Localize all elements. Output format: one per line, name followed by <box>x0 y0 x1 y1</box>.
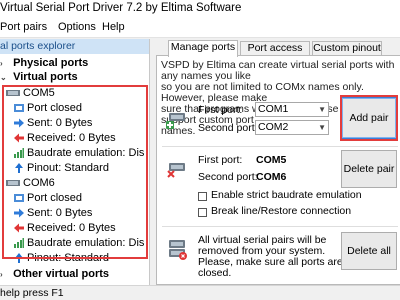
break-line-checkbox[interactable] <box>198 208 207 217</box>
chevron-down-icon: ▼ <box>318 105 326 114</box>
second-port-label: Second port: <box>198 122 258 134</box>
add-pair-button[interactable]: Add pair <box>341 97 397 139</box>
delete-all-button[interactable]: Delete all <box>341 232 397 270</box>
port-closed-icon <box>14 194 24 202</box>
collapse-arrow-icon[interactable]: ⌄ <box>0 71 10 85</box>
tab-strip: Manage ports Port access list Custom pin… <box>156 40 400 67</box>
tab-port-access-list[interactable]: Port access list <box>240 41 310 67</box>
break-line-label: Break line/Restore connection <box>211 205 352 217</box>
first-port-select[interactable]: COM1 ▼ <box>255 102 329 117</box>
menu-bar: Port pairs Options Help <box>0 18 400 38</box>
com5-pinout-label: Pinout: Standard <box>27 162 109 174</box>
window-title: Virtual Serial Port Driver 7.2 by Eltima… <box>0 2 242 14</box>
delete-all-description: All virtual serial pairs will be removed… <box>198 235 343 279</box>
serial-port-icon <box>6 90 20 96</box>
delete-all-icon <box>169 240 187 260</box>
add-pair-icon <box>166 113 185 129</box>
separator <box>162 146 398 147</box>
strict-baudrate-checkbox[interactable] <box>198 192 207 201</box>
com5-label: COM5 <box>23 87 55 99</box>
baudrate-icon <box>14 148 24 158</box>
com5-received-label: Received: 0 Bytes <box>27 132 116 144</box>
port-closed-icon <box>14 104 24 112</box>
delete-pair-icon <box>167 163 185 178</box>
com6-received-label: Received: 0 Bytes <box>27 222 116 234</box>
received-arrow-icon <box>14 223 24 233</box>
status-text: help press F1 <box>0 287 64 299</box>
tree-item-virtual-ports[interactable]: ⌄ Virtual ports <box>0 70 78 84</box>
com6-state-label: Port closed <box>27 192 83 204</box>
serial-port-icon <box>6 180 20 186</box>
virtual-ports-label: Virtual ports <box>13 71 78 83</box>
com6-pinout-label: Pinout: Standard <box>27 252 109 264</box>
existing-first-port-value: COM5 <box>256 154 287 166</box>
sent-arrow-icon <box>14 118 24 128</box>
tree-item-other-virtual-ports[interactable]: › Other virtual ports <box>0 267 109 281</box>
physical-ports-label: Physical ports <box>13 57 89 69</box>
description-line: VSPD by Eltima can create virtual serial… <box>161 59 395 82</box>
com5-baudrate-label: Baudrate emulation: Dis <box>27 147 145 159</box>
pinout-icon <box>15 163 23 173</box>
ports-explorer-pane: al ports explorer › Physical ports ⌄ Vir… <box>0 39 150 285</box>
tab-custom-pinout[interactable]: Custom pinout <box>312 41 382 56</box>
menu-item-port-pairs[interactable]: Port pairs <box>0 21 47 33</box>
tab-manage-ports[interactable]: Manage ports <box>168 40 238 57</box>
expand-arrow-icon[interactable]: › <box>0 268 10 282</box>
sent-arrow-icon <box>14 208 24 218</box>
menu-item-options[interactable]: Options <box>58 21 96 33</box>
com6-baudrate-label: Baudrate emulation: Dis <box>27 237 145 249</box>
received-arrow-icon <box>14 133 24 143</box>
expand-arrow-icon[interactable]: › <box>0 57 10 71</box>
second-port-value: COM2 <box>258 121 289 133</box>
delete-pair-button[interactable]: Delete pair <box>341 150 397 188</box>
com5-sent-label: Sent: 0 Bytes <box>27 117 93 129</box>
com6-sent-label: Sent: 0 Bytes <box>27 207 93 219</box>
existing-second-port-label: Second port: <box>198 171 258 183</box>
second-port-select[interactable]: COM2 ▼ <box>255 120 329 135</box>
status-bar: help press F1 <box>0 285 400 300</box>
com5-state-label: Port closed <box>27 102 83 114</box>
first-port-value: COM1 <box>258 103 289 115</box>
first-port-label: First port: <box>198 104 243 116</box>
existing-first-port-label: First port: <box>198 154 243 166</box>
other-virtual-ports-label: Other virtual ports <box>13 268 110 280</box>
chevron-down-icon: ▼ <box>318 123 326 132</box>
strict-baudrate-label: Enable strict baudrate emulation <box>211 189 362 201</box>
existing-second-port-value: COM6 <box>256 171 287 183</box>
delete-all-line: closed. <box>198 267 232 279</box>
separator <box>162 226 398 227</box>
ports-explorer-header: al ports explorer <box>0 39 149 54</box>
window-title-bar: Virtual Serial Port Driver 7.2 by Eltima… <box>0 0 400 18</box>
pinout-icon <box>15 253 23 263</box>
baudrate-icon <box>14 238 24 248</box>
tree-item-physical-ports[interactable]: › Physical ports <box>0 56 88 70</box>
com6-label: COM6 <box>23 177 55 189</box>
menu-item-help[interactable]: Help <box>102 21 125 33</box>
